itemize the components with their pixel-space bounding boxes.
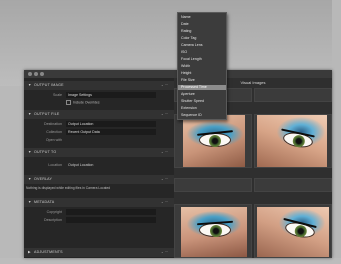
menu-item-aperture[interactable]: Aperture <box>178 92 226 97</box>
section-header-output-image[interactable]: ▼ Output Image ⌄ ⋯ <box>24 81 174 90</box>
menu-item-focal-length[interactable]: Focal Length <box>178 57 226 62</box>
inspector-panel: ▼ Output Image ⌄ ⋯ Scale Image Settings … <box>24 78 174 258</box>
open-with-value[interactable] <box>66 137 156 143</box>
copyright-field[interactable] <box>66 209 156 215</box>
section-header-output-file[interactable]: ▼ Output File ⌄ ⋯ <box>24 110 174 119</box>
thumbnail-cell[interactable] <box>254 88 332 102</box>
menu-item-color-tag[interactable]: Color Tag <box>178 36 226 41</box>
location-value[interactable]: Output Location <box>66 162 156 168</box>
thumbnail-cell[interactable] <box>254 178 332 192</box>
minimize-window-button[interactable] <box>34 72 38 76</box>
menu-item-rating[interactable]: Rating <box>178 29 226 34</box>
thumbnail-cell[interactable] <box>174 114 252 168</box>
menu-item-height[interactable]: Height <box>178 71 226 76</box>
location-row: Location Output Location <box>24 162 174 169</box>
disclosure-triangle-icon[interactable]: ▼ <box>28 198 31 207</box>
eye-photo[interactable] <box>183 115 245 167</box>
section-menu-icon[interactable]: ⌄ ⋯ <box>161 198 168 207</box>
overlay-message: Nothing is displayed while editing files… <box>26 186 111 190</box>
collection-row: Collection Recent Output Data <box>24 129 174 136</box>
menu-item-file-size[interactable]: File Size <box>178 78 226 83</box>
section-header-overlay[interactable]: ▼ Overlay ⌄ ⋯ <box>24 175 174 184</box>
section-menu-icon[interactable]: ⌄ ⋯ <box>161 248 168 257</box>
menu-item-name[interactable]: Name <box>178 15 226 20</box>
zoom-window-button[interactable] <box>40 72 44 76</box>
section-menu-icon[interactable]: ⌄ ⋯ <box>161 148 168 157</box>
open-with-row: Open with <box>24 137 174 144</box>
thumbnail-cell[interactable] <box>174 204 252 258</box>
section-menu-icon[interactable]: ⌄ ⋯ <box>161 81 168 90</box>
desktop-background-edge <box>332 0 341 264</box>
menu-item-shutter-speed[interactable]: Shutter Speed <box>178 99 226 104</box>
checkbox-icon[interactable] <box>66 100 71 105</box>
copyright-row: Copyright <box>24 209 174 216</box>
disclosure-triangle-icon[interactable]: ▶ <box>28 248 31 257</box>
desktop-background-bottom <box>0 258 341 264</box>
eye-photo[interactable] <box>181 207 247 257</box>
eye-photo[interactable] <box>257 207 329 257</box>
scale-row: Scale Image Settings <box>24 92 174 99</box>
include-overrides-checkbox[interactable]: Include Overrides <box>66 100 100 105</box>
menu-item-camera-lens[interactable]: Camera Lens <box>178 43 226 48</box>
scale-select[interactable]: Image Settings <box>66 92 156 98</box>
disclosure-triangle-icon[interactable]: ▼ <box>28 175 31 184</box>
sort-by-menu: Name Date Rating Color Tag Camera Lens I… <box>177 12 227 120</box>
thumbnail-cell[interactable] <box>254 114 332 168</box>
disclosure-triangle-icon[interactable]: ▼ <box>28 110 31 119</box>
description-field[interactable] <box>66 217 156 223</box>
section-menu-icon[interactable]: ⌄ ⋯ <box>161 110 168 119</box>
disclosure-triangle-icon[interactable]: ▼ <box>28 148 31 157</box>
destination-row: Destination Output Location <box>24 121 174 128</box>
menu-item-extension[interactable]: Extension <box>178 106 226 111</box>
description-row: Description <box>24 217 174 224</box>
close-window-button[interactable] <box>28 72 32 76</box>
thumbnail-cell[interactable] <box>254 204 332 258</box>
thumbnail-cell[interactable] <box>174 178 252 192</box>
section-header-adjustments[interactable]: ▶ Adjustments ⌄ ⋯ <box>24 248 174 257</box>
menu-item-iso[interactable]: ISO <box>178 50 226 55</box>
eye-photo[interactable] <box>257 115 327 167</box>
section-header-metadata[interactable]: ▼ Metadata ⌄ ⋯ <box>24 198 174 207</box>
menu-item-processed-time[interactable]: Processed Time <box>178 85 226 90</box>
section-menu-icon[interactable]: ⌄ ⋯ <box>161 175 168 184</box>
menu-item-sequence-id[interactable]: Sequence ID <box>178 113 226 118</box>
section-header-output-to[interactable]: ▼ Output To ⌄ ⋯ <box>24 148 174 157</box>
menu-item-date[interactable]: Date <box>178 22 226 27</box>
destination-select[interactable]: Output Location <box>66 121 156 127</box>
disclosure-triangle-icon[interactable]: ▼ <box>28 81 31 90</box>
collection-select[interactable]: Recent Output Data <box>66 129 156 135</box>
menu-item-width[interactable]: Width <box>178 64 226 69</box>
